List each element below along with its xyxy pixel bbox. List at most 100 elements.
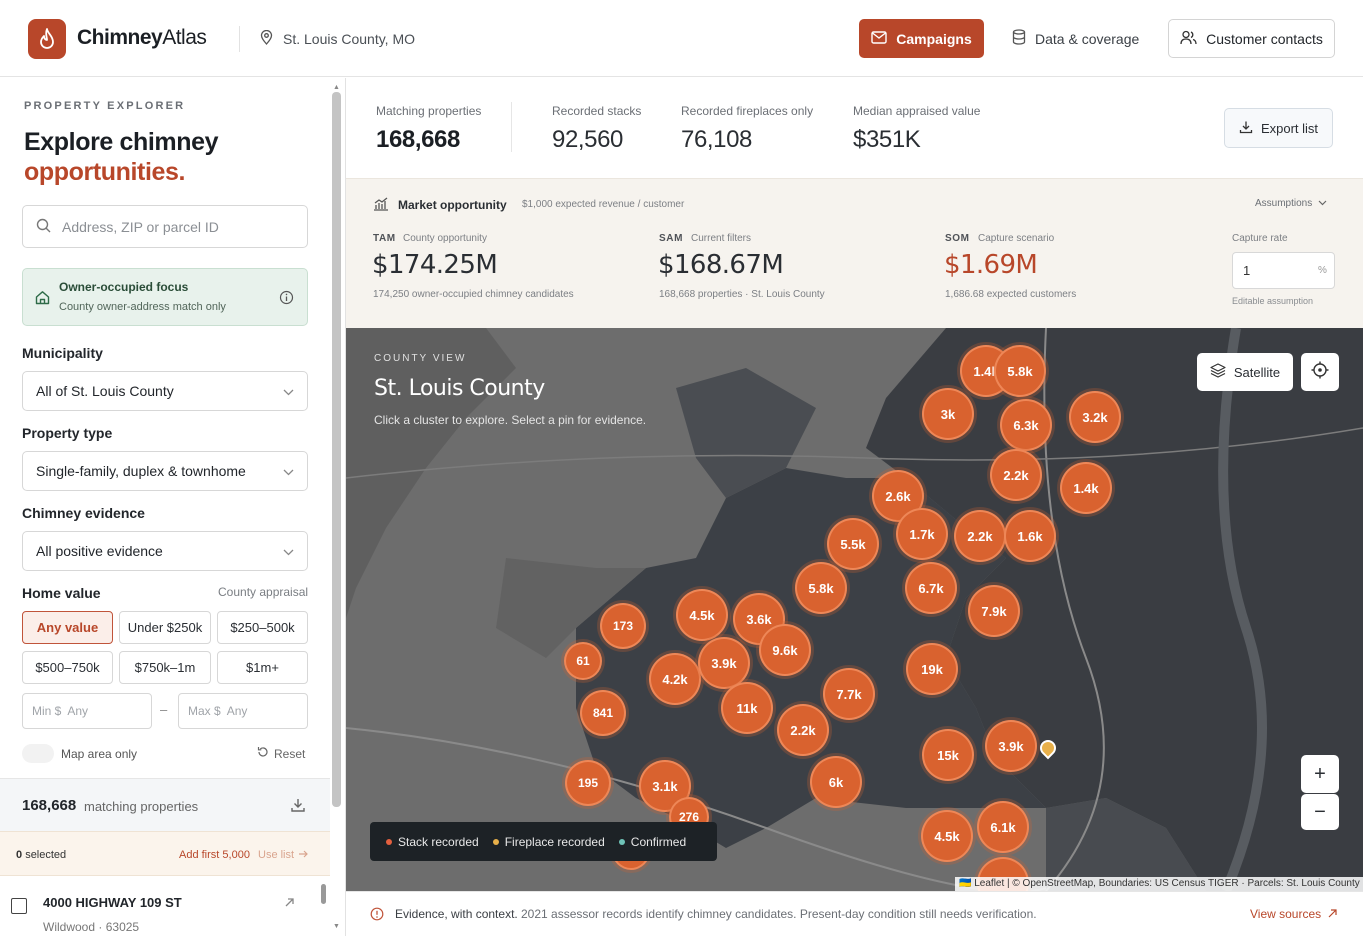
max-value-input[interactable]: Max $ Any (178, 693, 308, 729)
map-cluster[interactable]: 15k (922, 729, 974, 781)
chevron-down-icon (1318, 198, 1327, 209)
export-list-button[interactable]: Export list (1224, 108, 1333, 148)
map-cluster[interactable]: 5.5k (827, 518, 879, 570)
app-header: ChimneyAtlas St. Louis County, MO Campai… (0, 0, 1363, 77)
zoom-in-button[interactable]: + (1301, 755, 1339, 793)
chip-1m-plus[interactable]: $1m+ (217, 651, 308, 684)
chip-750k-1m[interactable]: $750k–1m (119, 651, 211, 684)
min-placeholder: Any (67, 704, 89, 718)
map-cluster[interactable]: 1.6k (1004, 510, 1056, 562)
location-indicator[interactable]: St. Louis County, MO (260, 29, 415, 48)
evidence-label: Chimney evidence (22, 505, 145, 521)
selection-count: 0 selected (16, 849, 66, 861)
evidence-select[interactable]: All positive evidence (22, 531, 308, 571)
result-zip: 63025 (105, 920, 140, 934)
map-cluster[interactable]: 4.5k (921, 810, 973, 862)
map-cluster[interactable]: 3.9k (985, 720, 1037, 772)
flame-logo-icon[interactable] (28, 19, 66, 59)
map-cluster[interactable]: 9.6k (759, 624, 811, 676)
map-cluster[interactable]: 3.2k (1069, 391, 1121, 443)
add-first-button[interactable]: Add first 5,000 (179, 849, 250, 861)
map-cluster[interactable]: 5.8k (795, 562, 847, 614)
zoom-out-button[interactable]: − (1301, 794, 1339, 830)
legend-item-fireplace: Fireplace recorded (492, 835, 605, 849)
map-cluster[interactable]: 195 (565, 760, 611, 806)
satellite-toggle-button[interactable]: Satellite (1197, 353, 1293, 391)
locate-me-button[interactable] (1301, 353, 1339, 391)
map-cluster[interactable]: 6.3k (1000, 399, 1052, 451)
map-cluster[interactable]: 841 (580, 690, 626, 736)
chart-icon (373, 197, 389, 216)
map-area-toggle[interactable] (22, 744, 54, 763)
brand-name[interactable]: ChimneyAtlas (77, 26, 207, 50)
map-cluster[interactable]: 2.2k (954, 510, 1006, 562)
data-coverage-link[interactable]: Data & coverage (1012, 19, 1139, 58)
map-cluster[interactable]: 6k (810, 756, 862, 808)
reset-button[interactable]: Reset (257, 746, 305, 761)
download-icon[interactable] (290, 797, 306, 818)
search-placeholder: Address, ZIP or parcel ID (62, 218, 219, 235)
customer-contacts-button[interactable]: Customer contacts (1168, 19, 1335, 58)
search-input[interactable]: Address, ZIP or parcel ID (22, 205, 308, 248)
som-tag: SOM (945, 233, 970, 244)
map-cluster[interactable]: 11k (721, 682, 773, 734)
municipality-select[interactable]: All of St. Louis County (22, 371, 308, 411)
map-cluster[interactable]: 7.9k (968, 585, 1020, 637)
map-cluster[interactable]: 1.4k (1060, 462, 1112, 514)
map-cluster[interactable]: 19k (906, 643, 958, 695)
map-cluster[interactable]: 3k (922, 388, 974, 440)
result-locality: Wildwood · 63025 (43, 920, 139, 934)
map-cluster[interactable]: 2.2k (777, 704, 829, 756)
map-cluster[interactable]: 3.9k (698, 637, 750, 689)
sam-value: $168.67M (658, 250, 784, 280)
campaigns-button[interactable]: Campaigns (859, 19, 984, 58)
map-cluster[interactable]: 5.8k (994, 345, 1046, 397)
stat-fireplaces-label: Recorded fireplaces only (681, 104, 814, 118)
map-cluster[interactable]: 61 (564, 642, 602, 680)
map-area-label: Map area only (61, 747, 138, 761)
map-cluster[interactable]: 1.7k (896, 508, 948, 560)
map-legend: Stack recorded Fireplace recorded Confir… (370, 822, 717, 861)
footer-text: 2021 assessor records identify chimney c… (521, 907, 1037, 921)
market-opportunity-panel: Market opportunity $1,000 expected reven… (346, 178, 1363, 328)
chip-any-value[interactable]: Any value (22, 611, 113, 644)
property-type-select[interactable]: Single-family, duplex & townhome (22, 451, 308, 491)
map-cluster[interactable]: 7.7k (823, 668, 875, 720)
legend-label: Stack recorded (398, 834, 479, 849)
owner-occupied-toggle[interactable]: Owner-occupied focus County owner-addres… (22, 268, 308, 326)
chip-under-250k[interactable]: Under $250k (119, 611, 211, 644)
home-value-label: Home value (22, 585, 101, 601)
legend-item-confirmed: Confirmed (618, 835, 686, 849)
scroll-down-icon[interactable]: ▼ (333, 923, 340, 930)
map-cluster[interactable]: 4.2k (649, 653, 701, 705)
property-type-label: Property type (22, 425, 113, 441)
assumptions-toggle[interactable]: Assumptions (1255, 198, 1327, 209)
selected-number: 0 (16, 849, 23, 861)
map-cluster[interactable]: 4.5k (676, 589, 728, 641)
market-subtitle: $1,000 expected revenue / customer (522, 199, 685, 210)
info-icon[interactable] (279, 290, 294, 310)
result-scrollbar[interactable] (321, 884, 326, 904)
sidebar-scrollbar[interactable] (332, 92, 341, 807)
stat-divider (511, 102, 512, 152)
map-cluster[interactable]: 2.2k (990, 449, 1042, 501)
chip-250-500k[interactable]: $250–500k (217, 611, 308, 644)
use-list-button[interactable]: Use list (258, 849, 308, 861)
scroll-up-icon[interactable]: ▲ (333, 84, 340, 91)
result-row[interactable]: 4000 HIGHWAY 109 ST Wildwood · 63025 (0, 878, 330, 936)
map-cluster[interactable]: 173 (600, 603, 646, 649)
stat-median-value: $351K (853, 126, 921, 153)
map-cluster[interactable]: 6.1k (977, 801, 1029, 853)
min-value-input[interactable]: Min $ Any (22, 693, 152, 729)
map-attribution[interactable]: 🇺🇦 Leaflet | © OpenStreetMap, Boundaries… (955, 877, 1363, 891)
stats-row: Matching properties 168,668 Recorded sta… (346, 78, 1363, 178)
capture-rate-input[interactable]: 1 % (1232, 252, 1335, 289)
stat-median-label: Median appraised value (853, 104, 981, 118)
map-cluster[interactable]: 6.7k (905, 562, 957, 614)
chip-500-750k[interactable]: $500–750k (22, 651, 113, 684)
result-checkbox[interactable] (11, 898, 27, 914)
county-map[interactable]: COUNTY VIEW St. Louis County Click a clu… (346, 328, 1363, 891)
map-title: St. Louis County (374, 376, 545, 401)
open-external-icon[interactable] (284, 895, 295, 913)
view-sources-link[interactable]: View sources (1250, 907, 1337, 921)
